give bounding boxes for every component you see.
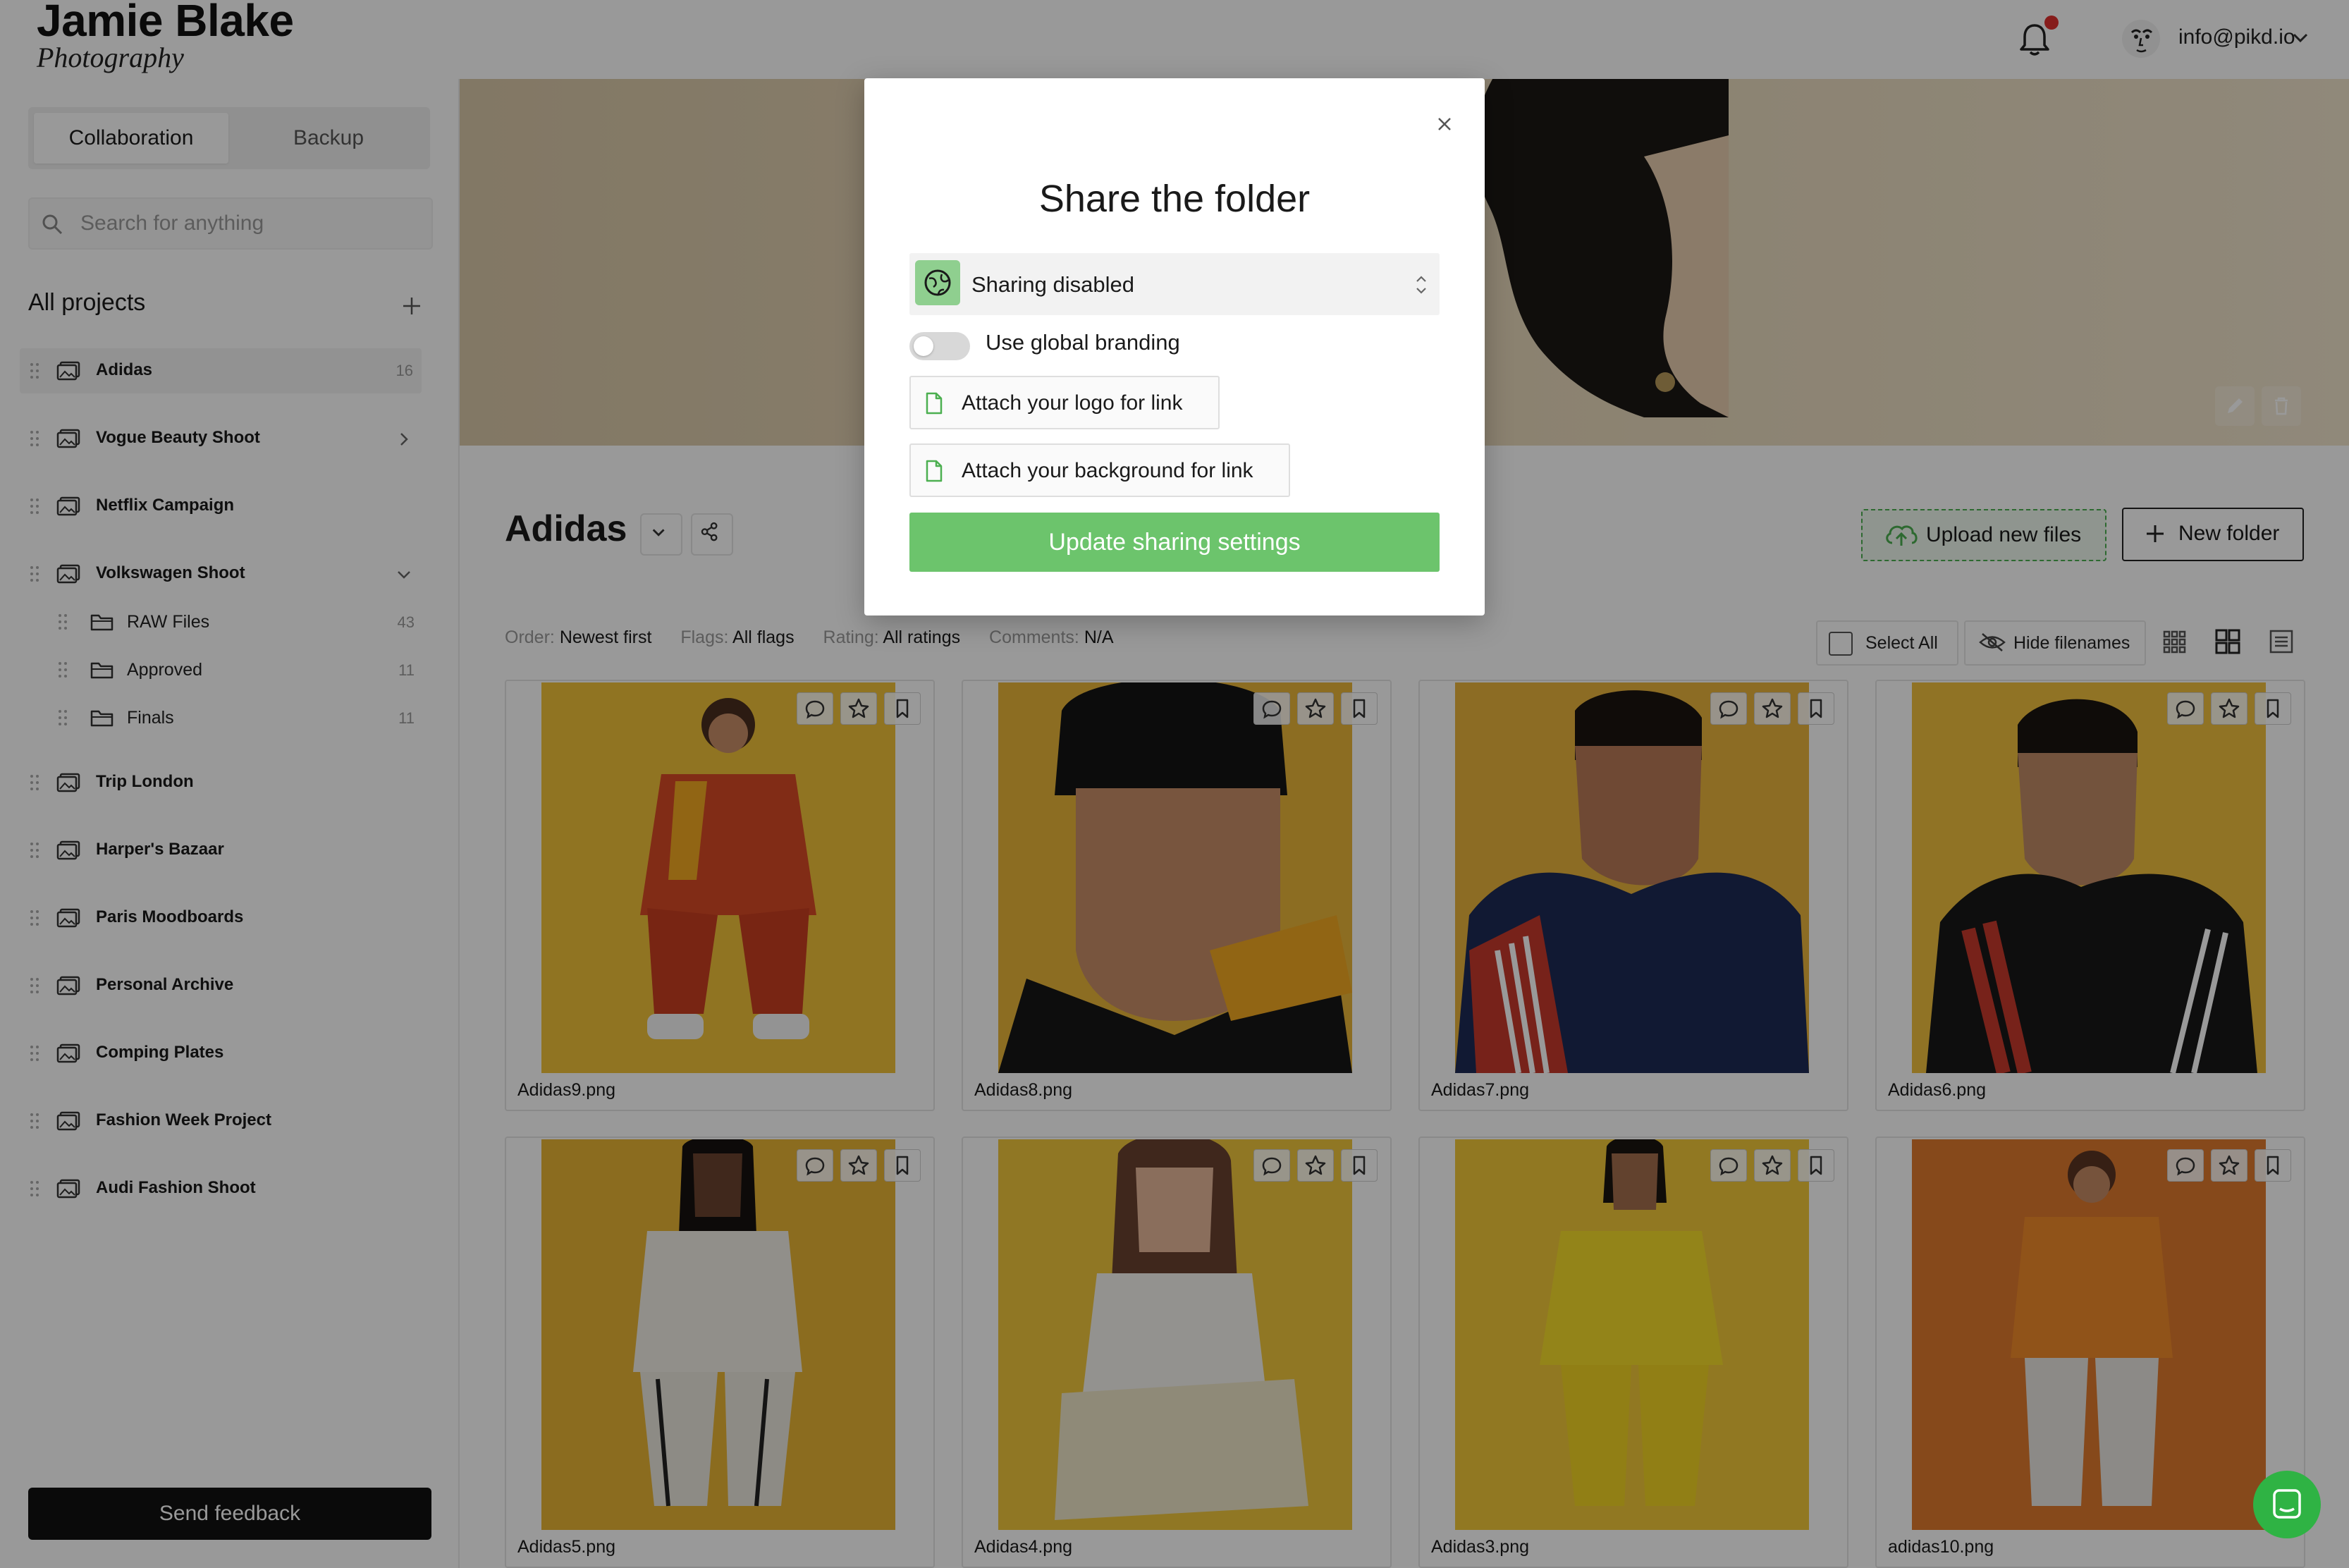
toggle-knob bbox=[914, 336, 933, 356]
update-sharing-settings-button[interactable]: Update sharing settings bbox=[909, 513, 1440, 572]
attach-background-label: Attach your background for link bbox=[962, 459, 1253, 482]
modal-title: Share the folder bbox=[1038, 178, 1311, 220]
close-icon bbox=[1438, 118, 1451, 130]
app-root: Jamie Blake Photography info@pikd.io Col… bbox=[0, 0, 2349, 1568]
sharing-status-select[interactable]: Sharing disabled bbox=[909, 253, 1440, 315]
file-icon bbox=[926, 392, 943, 415]
chat-icon bbox=[2273, 1489, 2301, 1519]
global-branding-toggle[interactable] bbox=[909, 332, 970, 360]
attach-logo-label: Attach your logo for link bbox=[962, 391, 1183, 415]
global-branding-label: Use global branding bbox=[986, 330, 1180, 355]
share-folder-modal: Share the folder Sharing disabled Use gl… bbox=[864, 78, 1485, 615]
globe-disabled-icon bbox=[924, 269, 951, 296]
file-icon bbox=[926, 460, 943, 482]
sharing-status-icon-box bbox=[915, 260, 960, 305]
attach-logo-button[interactable]: Attach your logo for link bbox=[909, 376, 1220, 429]
chat-support-button[interactable] bbox=[2253, 1471, 2321, 1538]
updown-chevron-icon bbox=[1416, 276, 1426, 294]
sharing-status-label: Sharing disabled bbox=[971, 272, 1134, 297]
close-modal-button[interactable] bbox=[1433, 112, 1456, 136]
attach-background-button[interactable]: Attach your background for link bbox=[909, 443, 1290, 497]
